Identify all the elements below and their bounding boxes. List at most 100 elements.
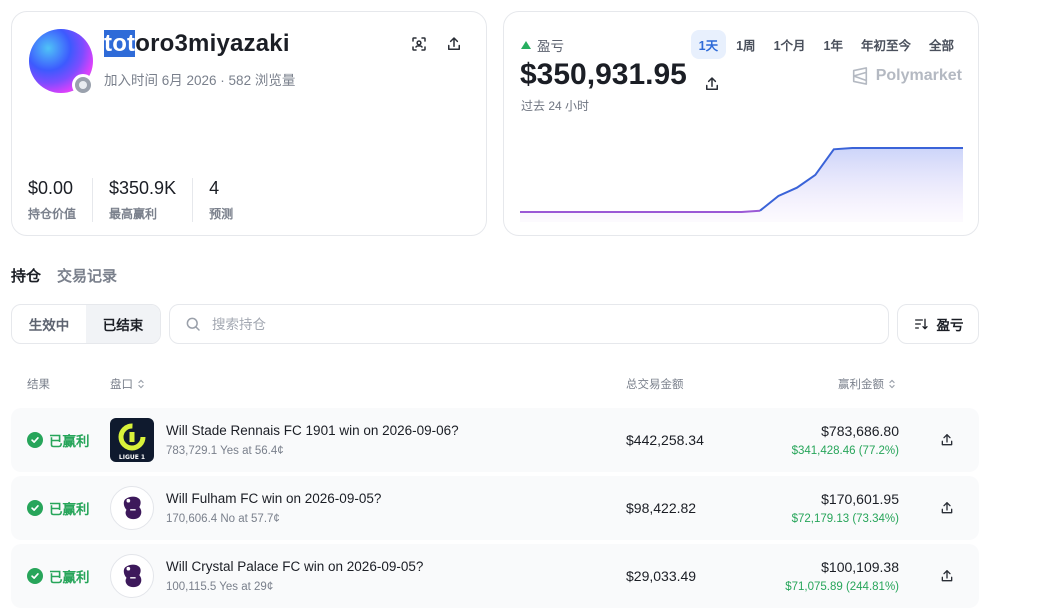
market-question[interactable]: Will Fulham FC win on 2026-09-05? — [166, 491, 381, 506]
share-icon[interactable] — [937, 566, 957, 586]
header-market-label: 盘口 — [110, 379, 133, 391]
share-icon[interactable] — [937, 430, 957, 450]
profile-meta: 加入时间 6月 2026 · 582 浏览量 — [104, 73, 296, 88]
check-circle-icon — [27, 500, 43, 516]
polymarket-logo: Polymarket — [851, 67, 962, 85]
table-row[interactable]: 已赢利 LIGUE 1 Will Stade Rennais FC 1901 w… — [11, 408, 979, 472]
check-circle-icon — [27, 432, 43, 448]
profile-card: totoro3miyazaki 加入时间 6月 2026 · 582 浏览量 $… — [11, 11, 487, 236]
pnl-chart — [520, 147, 963, 222]
table-row[interactable]: 已赢利 Will Fulham FC win on 2026-09-05? 17… — [11, 476, 979, 540]
market-question[interactable]: Will Stade Rennais FC 1901 win on 2026-0… — [166, 423, 459, 438]
share-icon[interactable] — [937, 498, 957, 518]
lion-crest-icon — [123, 564, 142, 588]
premier-league-logo-icon — [110, 486, 154, 530]
header-profit[interactable]: 赢利金额 — [838, 376, 896, 392]
share-icon[interactable] — [442, 32, 466, 56]
status-filter: 生效中 已结束 — [11, 304, 161, 344]
chart-area — [520, 148, 963, 222]
range-1y[interactable]: 1年 — [816, 30, 851, 59]
profit-amount: $71,075.89 (244.81%) — [785, 581, 899, 593]
stat-predictions: 4 预测 — [209, 178, 249, 222]
stat-label: 持仓价值 — [28, 207, 77, 221]
total-volume: $29,033.49 — [626, 568, 697, 584]
profit-amount: $72,179.13 (73.34%) — [791, 513, 899, 525]
status-text: 已赢利 — [49, 434, 90, 449]
pnl-amount: $350,931.95 — [520, 58, 687, 91]
stat-positions-value: $0.00 持仓价值 — [28, 178, 94, 222]
stat-label: 预测 — [209, 207, 234, 221]
stat-value: $350.9K — [109, 178, 177, 198]
sort-label: 盈亏 — [936, 318, 964, 333]
range-1w[interactable]: 1周 — [728, 30, 763, 59]
username-rest: oro3miyazaki — [135, 30, 290, 57]
joined-date: 加入时间 6月 2026 — [104, 73, 217, 88]
premier-league-logo-icon — [110, 554, 154, 598]
view-count: 582 浏览量 — [228, 73, 296, 88]
status-text: 已赢利 — [49, 502, 90, 517]
pnl-card: 盈亏 1天 1周 1个月 1年 年初至今 全部 $350,931.95 过去 2… — [503, 11, 979, 236]
status-badge: 已赢利 — [27, 498, 90, 518]
header-result-label: 结果 — [27, 379, 50, 391]
header-result: 结果 — [27, 376, 50, 392]
search-bar — [169, 304, 889, 344]
tab-positions[interactable]: 持仓 — [11, 265, 41, 286]
header-market[interactable]: 盘口 — [110, 376, 145, 392]
ligue1-badge-icon: LIGUE 1 — [118, 423, 146, 461]
search-input[interactable] — [212, 316, 812, 332]
pnl-period: 过去 24 小时 — [521, 99, 590, 113]
profit-amount: $341,428.46 (77.2%) — [791, 445, 899, 457]
sort-toggle-icon — [889, 379, 895, 389]
header-volume: 总交易金额 — [626, 376, 684, 392]
filter-active[interactable]: 生效中 — [12, 305, 86, 343]
total-volume: $98,422.82 — [626, 500, 697, 516]
logo-text: LIGUE 1 — [119, 454, 145, 461]
username-selection: tot — [104, 30, 136, 57]
tab-activity[interactable]: 交易记录 — [57, 265, 117, 286]
portfolio-tabs: 持仓 交易记录 — [11, 265, 117, 286]
brand-name: Polymarket — [875, 67, 962, 84]
triangle-up-icon — [521, 41, 531, 49]
total-volume: $442,258.34 — [626, 432, 704, 448]
polymarket-icon — [852, 67, 867, 85]
check-circle-icon — [27, 568, 43, 584]
range-ytd[interactable]: 年初至今 — [853, 30, 919, 59]
time-range-selector: 1天 1周 1个月 1年 年初至今 全部 — [690, 30, 962, 59]
share-pnl-icon[interactable] — [703, 67, 721, 91]
win-amount: $783,686.80 — [821, 423, 899, 439]
pnl-label: 盈亏 — [537, 39, 564, 54]
stat-value: $0.00 — [28, 178, 74, 198]
position-detail: 170,606.4 No at 57.7¢ — [166, 513, 280, 525]
scan-icon[interactable] — [407, 32, 431, 56]
profile-stats: $0.00 持仓价值 $350.9K 最高赢利 4 预测 — [28, 178, 265, 222]
verified-badge-icon — [72, 74, 94, 96]
win-amount: $170,601.95 — [821, 491, 899, 507]
market-question[interactable]: Will Crystal Palace FC win on 2026-09-05… — [166, 559, 423, 574]
header-profit-label: 赢利金额 — [838, 379, 884, 391]
stat-value: 4 — [209, 178, 220, 198]
filter-closed[interactable]: 已结束 — [86, 305, 160, 343]
range-1m[interactable]: 1个月 — [766, 30, 814, 59]
sort-icon — [914, 318, 928, 330]
pnl-value: $350,931.95 — [520, 58, 721, 92]
range-1d[interactable]: 1天 — [690, 30, 727, 59]
range-all[interactable]: 全部 — [921, 30, 962, 59]
win-amount: $100,109.38 — [821, 559, 899, 575]
ligue1-logo-icon: LIGUE 1 — [110, 418, 154, 462]
search-icon — [186, 317, 200, 331]
status-badge: 已赢利 — [27, 430, 90, 450]
stat-biggest-win: $350.9K 最高赢利 — [109, 178, 194, 222]
chart-line-before — [520, 209, 761, 213]
status-badge: 已赢利 — [27, 566, 90, 586]
username[interactable]: totoro3miyazaki — [104, 30, 290, 58]
status-text: 已赢利 — [49, 570, 90, 585]
sort-toggle-icon — [138, 379, 144, 389]
table-row[interactable]: 已赢利 Will Crystal Palace FC win on 2026-0… — [11, 544, 979, 608]
sort-button[interactable]: 盈亏 — [897, 304, 979, 344]
lion-crest-icon — [123, 496, 142, 520]
stat-label: 最高赢利 — [109, 207, 158, 221]
position-detail: 100,115.5 Yes at 29¢ — [166, 581, 274, 593]
position-detail: 783,729.1 Yes at 56.4¢ — [166, 445, 284, 457]
pnl-heading: 盈亏 — [521, 35, 564, 55]
header-volume-label: 总交易金额 — [626, 379, 684, 391]
